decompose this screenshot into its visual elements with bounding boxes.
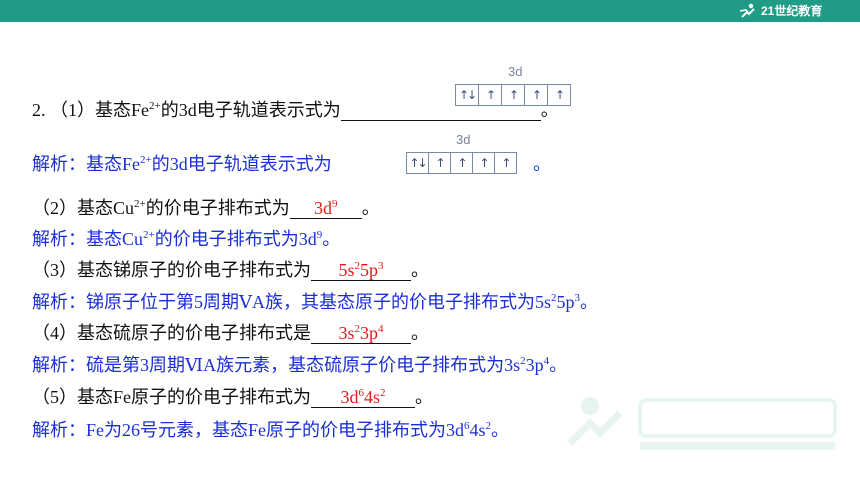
question-3: （3）基态锑原子的价电子排布式为 5s25p3。: [32, 260, 429, 281]
orbital-cell: ↑: [472, 152, 495, 174]
runner-icon: [739, 3, 755, 18]
answer-blank-5: 3d64s2: [311, 387, 415, 408]
header-bar: 21世纪教育: [0, 0, 860, 22]
question-4: （4）基态硫原子的价电子排布式是 3s23p4。: [32, 323, 429, 344]
analysis-5: 解析：Fe为26号元素，基态Fe原子的价电子排布式为3d64s2。: [32, 420, 510, 440]
answer-blank-2: 3d9: [289, 198, 362, 219]
question-5: （5）基态Fe原子的价电子排布式为 3d64s2。: [32, 387, 433, 408]
analysis-1-end: 。: [533, 154, 551, 174]
analysis-2: 解析：基态Cu2+的价电子排布式为3d9。: [32, 229, 341, 249]
answer-blank-4: 3s23p4: [311, 323, 411, 344]
logo-text: 21世纪教育: [761, 4, 823, 18]
question-1: 2. （1）基态Fe2+的3d电子轨道表示式为 。: [32, 100, 559, 121]
watermark-logo: [567, 397, 837, 450]
orbital-cell: ↑: [494, 152, 517, 174]
orbital-diagram-answer: ↑↓ ↑ ↑ ↑ ↑: [406, 152, 517, 174]
orbital-label-question: 3d: [508, 64, 523, 79]
orbital-label-answer: 3d: [456, 132, 471, 147]
question-2: （2）基态Cu2+的价电子排布式为 3d9。: [32, 198, 380, 219]
analysis-4: 解析：硫是第3周期ⅥA族元素，基态硫原子价电子排布式为3s23p4。: [32, 355, 568, 375]
analysis-3: 解析：锑原子位于第5周期ⅤA族，其基态原子的价电子排布式为5s25p3。: [32, 292, 599, 312]
answer-blank-3: 5s25p3: [311, 260, 411, 281]
orbital-cell: ↑↓: [406, 152, 429, 174]
analysis-1: 解析：基态Fe2+的3d电子轨道表示式为: [32, 154, 332, 174]
orbital-cell: ↑: [428, 152, 451, 174]
answer-blank-1: [340, 100, 541, 121]
orbital-cell: ↑: [450, 152, 473, 174]
brand-logo: 21世纪教育: [738, 2, 822, 20]
